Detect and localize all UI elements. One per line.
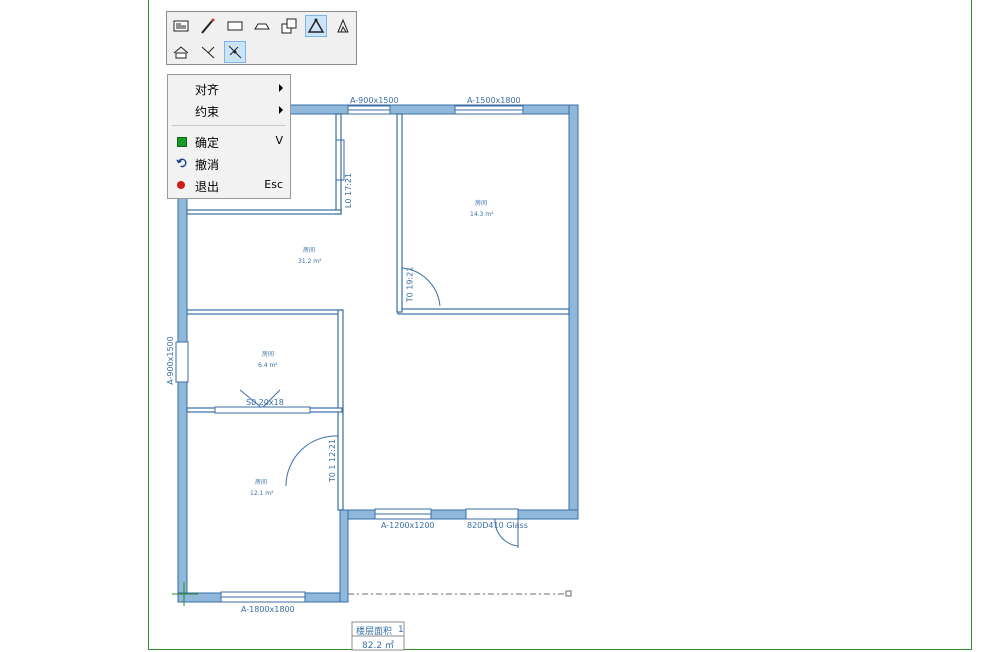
window-label-top-left: A-900x1500 <box>350 96 399 105</box>
menu-item-exit-label: 退出 <box>195 180 220 194</box>
menu-item-confirm[interactable]: 确定 V <box>168 131 290 151</box>
room-area-2: 14.3 m² <box>470 211 494 218</box>
menu-item-align[interactable]: 对齐 <box>168 78 290 98</box>
door-label-top: L0 17:21 <box>344 172 354 209</box>
magic-wand-icon <box>201 18 215 34</box>
magic-wand-tool-button[interactable] <box>197 15 219 37</box>
menu-item-confirm-label: 确定 <box>195 136 220 150</box>
polygon-edit-tool-button[interactable] <box>332 15 354 37</box>
room-name-3: 房间 <box>262 351 275 358</box>
floating-toolbar <box>166 11 357 65</box>
wall-interior-h1 <box>186 309 343 315</box>
stamp-title: 楼层面积 <box>356 627 393 637</box>
room-area-1: 31.2 m² <box>298 258 322 265</box>
offset-polygon-tool-button[interactable] <box>278 15 300 37</box>
menu-item-constrain-label: 约束 <box>195 105 220 119</box>
arc-tool-button[interactable] <box>251 15 273 37</box>
text-icon <box>173 20 189 32</box>
window-label-bottom-mid: A-1200x1200 <box>381 521 435 530</box>
triangle-tool-button[interactable] <box>305 15 327 37</box>
snap-tool-button[interactable] <box>224 41 246 63</box>
offset-polygon-icon <box>281 18 297 34</box>
wall-interior-v2 <box>396 113 403 313</box>
rectangle-icon <box>227 21 243 31</box>
triangle-icon <box>307 18 325 33</box>
window-label-left: A-900x1500 <box>165 336 175 385</box>
snap-icon <box>228 45 242 59</box>
submenu-arrow-icon <box>279 106 283 114</box>
menu-item-constrain[interactable]: 约束 <box>168 100 290 120</box>
menu-item-undo[interactable]: 撤消 <box>168 153 290 173</box>
window-label-bottom-left: A-1800x1800 <box>241 605 295 614</box>
menu-item-confirm-shortcut: V <box>275 134 283 147</box>
menu-item-align-label: 对齐 <box>195 83 220 97</box>
room-name-4: 房间 <box>255 479 268 486</box>
room-area-3: 6.4 m² <box>258 362 278 369</box>
menu-item-undo-label: 撤消 <box>195 158 220 172</box>
room-area-4: 12.1 m² <box>250 490 274 497</box>
wall-right <box>568 104 579 520</box>
roof-tool-button[interactable] <box>170 41 192 63</box>
angle-tool-button[interactable] <box>197 41 219 63</box>
red-stop-icon <box>177 181 185 189</box>
room-name-1: 房间 <box>303 247 316 254</box>
wall-interior-v3 <box>335 113 342 215</box>
door-label-lower: T0 1 12:21 <box>328 438 338 483</box>
wall-interior-h2 <box>397 308 570 315</box>
roof-icon <box>173 46 189 59</box>
arc-icon <box>254 23 270 30</box>
door-label-sliding: S0 20x18 <box>246 398 284 407</box>
angle-icon <box>201 46 215 59</box>
wall-interior-h4 <box>186 209 342 215</box>
submenu-arrow-icon <box>279 84 283 92</box>
menu-item-exit-shortcut: Esc <box>264 178 283 191</box>
door-label-right-room: T0 19:21 <box>405 266 415 303</box>
menu-separator <box>172 125 286 126</box>
text-tool-button[interactable] <box>170 15 192 37</box>
undo-icon <box>176 158 187 168</box>
menu-item-exit[interactable]: 退出 Esc <box>168 175 290 195</box>
door-label-glass: 820D410 Glass <box>467 521 528 530</box>
stamp-number: 1 <box>398 625 404 635</box>
green-flag-icon <box>177 137 187 147</box>
room-name-2: 房间 <box>475 200 488 207</box>
window-label-top-right: A-1500x1800 <box>467 96 521 105</box>
stamp-area: 82.2 ㎡ <box>362 641 394 651</box>
polygon-edit-icon <box>337 18 349 33</box>
wall-step <box>339 509 349 603</box>
rectangle-tool-button[interactable] <box>224 15 246 37</box>
context-menu: 对齐 约束 确定 V 撤消 退出 Esc <box>167 74 291 199</box>
